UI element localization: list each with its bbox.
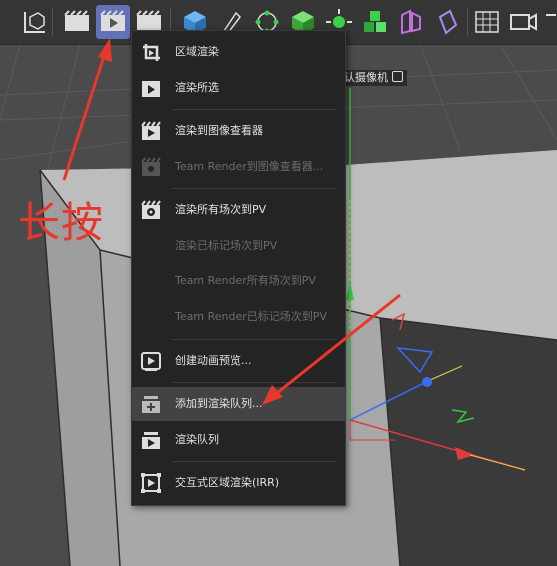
grid-icon — [475, 11, 499, 33]
menu-item-label: 渲染到图像查看器 — [175, 124, 263, 137]
cinema4d-viewport[interactable]: 认摄像机 区域渲染 渲染所选 渲染到图像查看器 Team Render到图像查看… — [0, 0, 557, 566]
menu-item-label: 添加到渲染队列... — [175, 397, 263, 410]
viewport-camera-label[interactable]: 认摄像机 — [338, 70, 407, 86]
render-queue-icon — [142, 432, 160, 449]
render-active-view-icon — [100, 10, 125, 31]
light-button[interactable] — [542, 5, 557, 39]
menu-item-label: 渲染所选 — [175, 81, 219, 94]
mograph-icon — [364, 11, 386, 32]
grid-button[interactable] — [470, 5, 504, 39]
menu-item-label: Team Render所有场次到PV — [175, 274, 316, 287]
deformer-icon — [401, 9, 421, 35]
render-selected-icon — [142, 81, 160, 97]
menu-item-label: Team Render到图像查看器... — [175, 160, 324, 173]
menu-item-render-to-picture-viewer[interactable]: 渲染到图像查看器 — [132, 114, 345, 148]
render-dropdown-menu: 区域渲染 渲染所选 渲染到图像查看器 Team Render到图像查看器... … — [131, 30, 346, 506]
team-render-icon — [141, 157, 161, 176]
add-to-render-queue-icon — [142, 396, 160, 413]
camera-button[interactable] — [506, 5, 540, 39]
make-preview-icon — [141, 352, 161, 371]
camera-label-text: 认摄像机 — [344, 71, 392, 84]
render-to-picture-viewer-icon — [141, 121, 161, 140]
region-render-icon — [143, 44, 160, 61]
menu-item-label: 渲染所有场次到PV — [175, 203, 267, 216]
menu-item-label: 渲染已标记场次到PV — [175, 239, 278, 252]
menu-item-render-selected[interactable]: 渲染所选 — [132, 71, 345, 105]
render-active-view-button[interactable] — [96, 5, 130, 39]
field-button[interactable] — [430, 5, 464, 39]
menu-item-label: 交互式区域渲染(IRR) — [175, 476, 280, 489]
menu-item-label: 创建动画预览... — [175, 354, 252, 367]
menu-item-label: 区域渲染 — [175, 45, 219, 58]
render-view-button[interactable] — [60, 5, 94, 39]
menu-item-render-queue[interactable]: 渲染队列 — [132, 423, 345, 457]
camera-icon — [510, 13, 537, 31]
menu-item-label: Team Render已标记场次到PV — [175, 310, 327, 323]
render-all-takes-icon — [141, 200, 161, 219]
menu-item-make-preview[interactable]: 创建动画预览... — [132, 344, 345, 378]
menu-item-render-all-takes[interactable]: 渲染所有场次到PV — [132, 193, 345, 227]
annotation-long-press-text: 长按 — [18, 198, 105, 247]
coordinate-system-button[interactable] — [16, 5, 50, 39]
deformer-button[interactable] — [394, 5, 428, 39]
menu-item-interactive-region-render[interactable]: 交互式区域渲染(IRR) — [132, 466, 345, 500]
mograph-button[interactable] — [358, 5, 392, 39]
field-icon — [438, 9, 458, 35]
interactive-region-render-icon — [141, 473, 161, 493]
menu-item-team-render-marked-takes: Team Render已标记场次到PV — [132, 300, 345, 334]
menu-item-add-to-render-queue[interactable]: 添加到渲染队列... — [132, 387, 345, 421]
camera-link-icon — [391, 71, 403, 82]
coordinate-axis-icon — [24, 12, 45, 33]
menu-item-render-marked-takes: 渲染已标记场次到PV — [132, 229, 345, 263]
menu-item-label: 渲染队列 — [175, 433, 219, 446]
menu-item-region-render[interactable]: 区域渲染 — [132, 35, 345, 69]
render-view-icon — [64, 10, 89, 31]
menu-item-team-render-to-picture-viewer: Team Render到图像查看器... — [132, 150, 345, 184]
menu-item-team-render-all-takes: Team Render所有场次到PV — [132, 264, 345, 298]
